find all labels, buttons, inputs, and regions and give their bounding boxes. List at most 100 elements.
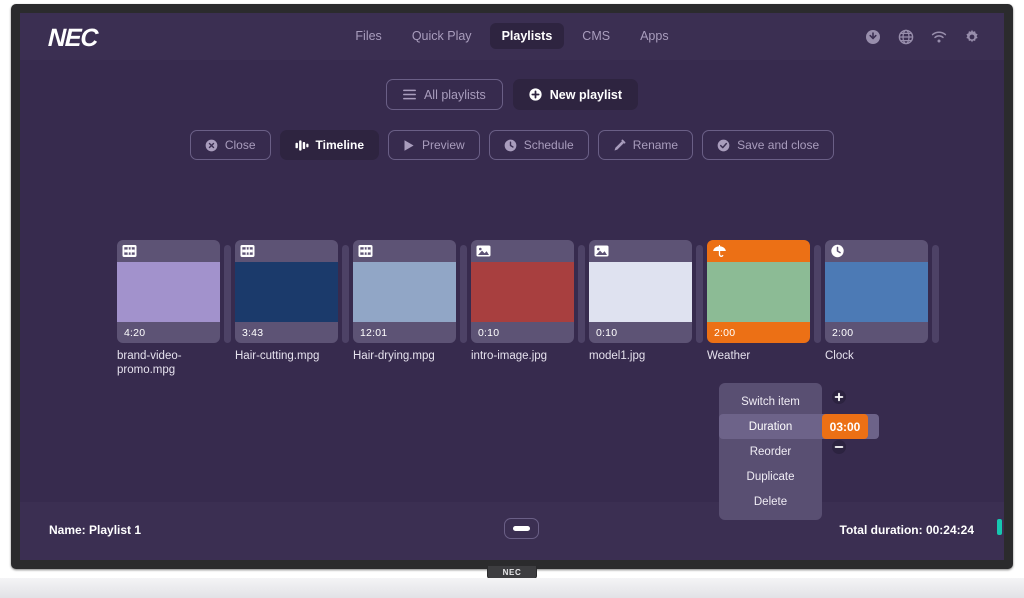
timeline-slot: 0:10 model1.jpg — [589, 240, 707, 364]
schedule-button-label: Schedule — [524, 138, 574, 152]
timeline-drag-handle[interactable] — [814, 245, 821, 343]
timeline-item[interactable]: 3:43 Hair-cutting.mpg — [235, 240, 338, 364]
nav-tabs: Files Quick Play Playlists CMS Apps — [20, 23, 1004, 49]
timeline-item-thumbnail — [825, 262, 928, 322]
timeline-item-card[interactable]: 0:10 — [471, 240, 574, 343]
timeline-strip: 4:20 brand-video-promo.mpg — [117, 240, 943, 377]
playlist-switch-row: All playlists New playlist — [20, 79, 1004, 110]
wifi-icon[interactable] — [931, 29, 947, 45]
plus-circle-icon — [832, 390, 846, 404]
duration-increment-button[interactable] — [832, 390, 846, 404]
all-playlists-button[interactable]: All playlists — [386, 79, 503, 110]
menu-item-duration-label: Duration — [719, 421, 822, 433]
film-icon — [240, 244, 255, 258]
nav-tab-quick-play[interactable]: Quick Play — [400, 23, 484, 49]
close-button[interactable]: Close — [190, 130, 271, 160]
hamburger-icon — [403, 89, 416, 100]
timeline-item-card[interactable]: 2:00 — [707, 240, 810, 343]
timeline-drag-handle[interactable] — [932, 245, 939, 343]
timeline-slot: 2:00 Clock — [825, 240, 943, 364]
timeline-item-name: intro-image.jpg — [471, 350, 583, 364]
timeline-item[interactable]: 12:01 Hair-drying.mpg — [353, 240, 456, 364]
timeline-item-thumbnail — [707, 262, 810, 322]
menu-item-switch-item[interactable]: Switch item — [719, 389, 822, 414]
preview-button[interactable]: Preview — [388, 130, 480, 160]
check-circle-icon — [717, 139, 730, 152]
clock-icon — [830, 244, 845, 258]
umbrella-icon — [712, 244, 727, 258]
nav-tab-cms[interactable]: CMS — [570, 23, 622, 49]
film-icon — [358, 244, 373, 258]
timeline-item[interactable]: 4:20 brand-video-promo.mpg — [117, 240, 220, 377]
timeline-item[interactable]: 0:10 model1.jpg — [589, 240, 692, 364]
timeline-drag-handle[interactable] — [460, 245, 467, 343]
timeline-item-card[interactable]: 3:43 — [235, 240, 338, 343]
menu-item-reorder[interactable]: Reorder — [719, 439, 822, 464]
screen: NEC Files Quick Play Playlists CMS Apps — [20, 13, 1004, 560]
action-toolbar: Close Timeline Preview — [20, 130, 1004, 160]
timeline-item-name: Clock — [825, 350, 937, 364]
timeline-item-card[interactable]: 2:00 — [825, 240, 928, 343]
timeline-item-card[interactable]: 12:01 — [353, 240, 456, 343]
menu-item-duplicate[interactable]: Duplicate — [719, 464, 822, 489]
close-button-label: Close — [225, 138, 256, 152]
menu-item-delete[interactable]: Delete — [719, 489, 822, 514]
timeline-item-duration: 4:20 — [124, 327, 145, 339]
collapse-handle-icon[interactable] — [504, 518, 539, 539]
rename-button[interactable]: Rename — [598, 130, 693, 160]
timeline-item-duration: 3:43 — [242, 327, 263, 339]
timeline-item[interactable]: 0:10 intro-image.jpg — [471, 240, 574, 364]
timeline-item[interactable]: 2:00 Clock — [825, 240, 928, 364]
timeline-item-thumbnail — [589, 262, 692, 322]
nav-tab-apps[interactable]: Apps — [628, 23, 681, 49]
nav-tab-playlists[interactable]: Playlists — [490, 23, 565, 49]
download-icon[interactable] — [865, 29, 881, 45]
timeline-drag-handle[interactable] — [578, 245, 585, 343]
timeline-item-thumbnail — [471, 262, 574, 322]
clock-icon — [504, 139, 517, 152]
timeline-icon — [295, 139, 309, 152]
timeline-item-selected[interactable]: 2:00 Weather — [707, 240, 810, 364]
timeline-item-thumbnail — [235, 262, 338, 322]
preview-button-label: Preview — [422, 138, 465, 152]
new-playlist-button[interactable]: New playlist — [513, 79, 638, 110]
total-duration-label: Total duration: 00:24:24 — [840, 523, 974, 537]
gear-icon[interactable] — [964, 29, 980, 45]
playlist-name-label: Name: Playlist 1 — [49, 523, 141, 537]
timeline-item-card[interactable]: 4:20 — [117, 240, 220, 343]
timeline-slot: 3:43 Hair-cutting.mpg — [235, 240, 353, 364]
timeline-item-thumbnail — [117, 262, 220, 322]
image-icon — [476, 244, 491, 258]
plus-circle-icon — [529, 88, 542, 101]
timeline-item-name: Hair-drying.mpg — [353, 350, 465, 364]
globe-icon[interactable] — [898, 29, 914, 45]
nav-tab-files[interactable]: Files — [343, 23, 393, 49]
timeline-item-duration: 2:00 — [832, 327, 853, 339]
all-playlists-label: All playlists — [424, 88, 486, 102]
timeline-item-duration: 12:01 — [360, 327, 387, 339]
context-menu-panel: Switch item Reorder Duplicate Delete — [719, 383, 822, 520]
timeline-button[interactable]: Timeline — [280, 130, 379, 160]
new-playlist-label: New playlist — [550, 88, 622, 102]
timeline-item-card[interactable]: 0:10 — [589, 240, 692, 343]
bottom-status-bar: Name: Playlist 1 Total duration: 00:24:2… — [20, 502, 1004, 560]
duration-value-field[interactable]: 03:00 — [822, 414, 868, 439]
top-navigation-bar: NEC Files Quick Play Playlists CMS Apps — [20, 13, 1004, 60]
minus-circle-icon — [832, 440, 846, 454]
timeline-item-name: model1.jpg — [589, 350, 701, 364]
timeline-drag-handle[interactable] — [224, 245, 231, 343]
power-led-indicator — [997, 519, 1002, 535]
menu-item-duration[interactable]: Duration 03:00 — [719, 414, 879, 439]
timeline-drag-handle[interactable] — [342, 245, 349, 343]
timeline-drag-handle[interactable] — [696, 245, 703, 343]
timeline-button-label: Timeline — [316, 138, 364, 152]
close-circle-icon — [205, 139, 218, 152]
pencil-icon — [613, 139, 626, 152]
save-and-close-button[interactable]: Save and close — [702, 130, 834, 160]
timeline-item-duration: 0:10 — [596, 327, 617, 339]
timeline-item-name: Hair-cutting.mpg — [235, 350, 347, 364]
schedule-button[interactable]: Schedule — [489, 130, 589, 160]
duration-decrement-button[interactable] — [832, 440, 846, 454]
status-icons — [865, 13, 980, 60]
timeline-slot: 0:10 intro-image.jpg — [471, 240, 589, 364]
